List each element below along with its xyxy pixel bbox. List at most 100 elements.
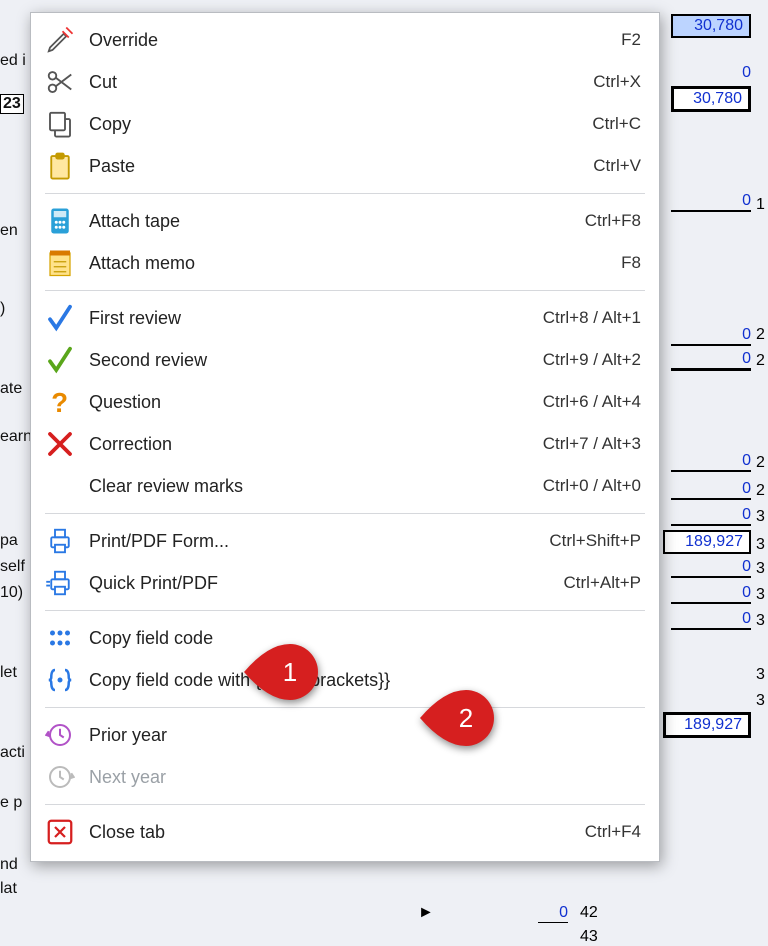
cell-value: 0 xyxy=(671,610,751,630)
menu-shortcut: Ctrl+7 / Alt+3 xyxy=(543,434,641,454)
bg-label: 10) xyxy=(0,584,23,602)
menu-shortcut: Ctrl+F8 xyxy=(585,211,641,231)
memo-icon xyxy=(45,248,75,278)
bg-label: earn xyxy=(0,428,32,446)
cell-value[interactable]: 189,927 xyxy=(663,712,751,738)
menu-label: Attach tape xyxy=(89,211,585,232)
menu-label: Print/PDF Form... xyxy=(89,531,549,552)
line-number: 2 xyxy=(756,326,765,344)
bg-label: pa xyxy=(0,532,18,550)
menu-label: First review xyxy=(89,308,543,329)
copy-icon xyxy=(45,109,75,139)
clock-forward-icon xyxy=(45,762,75,792)
bg-label: 23 xyxy=(0,94,24,114)
menu-label: Copy field code with {{curly brackets}} xyxy=(89,670,641,691)
menu-shortcut: Ctrl+F4 xyxy=(585,822,641,842)
line-number: 3 xyxy=(756,560,765,578)
line-number: 3 xyxy=(756,508,765,526)
cell-value: 0 xyxy=(671,480,751,500)
cell-value[interactable]: 30,780 xyxy=(671,14,751,38)
cell-value: 0 xyxy=(671,350,751,371)
menu-first-review[interactable]: First review Ctrl+8 / Alt+1 xyxy=(31,297,659,339)
menu-clear-review[interactable]: Clear review marks Ctrl+0 / Alt+0 xyxy=(31,465,659,507)
context-menu: Override F2 Cut Ctrl+X Copy Ctrl+C Paste… xyxy=(30,12,660,862)
bg-label: ed i xyxy=(0,52,26,70)
line-number: 42 xyxy=(580,904,598,922)
line-number: 2 xyxy=(756,482,765,500)
menu-cut[interactable]: Cut Ctrl+X xyxy=(31,61,659,103)
cell-value: 0 xyxy=(538,904,568,923)
menu-second-review[interactable]: Second review Ctrl+9 / Alt+2 xyxy=(31,339,659,381)
menu-separator xyxy=(45,707,645,708)
scissors-icon xyxy=(45,67,75,97)
menu-separator xyxy=(45,610,645,611)
menu-override[interactable]: Override F2 xyxy=(31,19,659,61)
menu-copy-field-code[interactable]: Copy field code xyxy=(31,617,659,659)
bg-label: ate xyxy=(0,380,22,398)
menu-label: Correction xyxy=(89,434,543,455)
menu-shortcut: Ctrl+9 / Alt+2 xyxy=(543,350,641,370)
bg-label: en xyxy=(0,222,18,240)
menu-copy[interactable]: Copy Ctrl+C xyxy=(31,103,659,145)
menu-close-tab[interactable]: Close tab Ctrl+F4 xyxy=(31,811,659,853)
line-number: 3 xyxy=(756,586,765,604)
menu-shortcut: Ctrl+8 / Alt+1 xyxy=(543,308,641,328)
bg-label: acti xyxy=(0,744,25,762)
cell-value: 0 xyxy=(671,584,751,604)
blank-icon xyxy=(45,471,75,501)
cell-value[interactable]: 30,780 xyxy=(671,86,751,112)
line-number: 43 xyxy=(580,928,598,946)
line-number: 3 xyxy=(756,536,765,554)
menu-separator xyxy=(45,804,645,805)
menu-label: Next year xyxy=(89,767,641,788)
menu-shortcut: F2 xyxy=(621,30,641,50)
menu-shortcut: Ctrl+C xyxy=(592,114,641,134)
menu-label: Question xyxy=(89,392,543,413)
check-green-icon xyxy=(45,345,75,375)
cell-value: 0 xyxy=(671,452,751,472)
menu-label: Copy xyxy=(89,114,592,135)
cell-value: 0 xyxy=(671,558,751,578)
menu-copy-field-code-curly[interactable]: Copy field code with {{curly brackets}} xyxy=(31,659,659,701)
printer-fast-icon xyxy=(45,568,75,598)
menu-question[interactable]: ? Question Ctrl+6 / Alt+4 xyxy=(31,381,659,423)
menu-shortcut: Ctrl+Shift+P xyxy=(549,531,641,551)
menu-shortcut: Ctrl+X xyxy=(593,72,641,92)
clipboard-icon xyxy=(45,151,75,181)
menu-attach-tape[interactable]: Attach tape Ctrl+F8 xyxy=(31,200,659,242)
menu-shortcut: F8 xyxy=(621,253,641,273)
svg-text:?: ? xyxy=(51,387,68,417)
menu-separator xyxy=(45,290,645,291)
calculator-icon xyxy=(45,206,75,236)
cell-value[interactable]: 189,927 xyxy=(663,530,751,554)
menu-label: Quick Print/PDF xyxy=(89,573,564,594)
menu-label: Cut xyxy=(89,72,593,93)
line-number: 2 xyxy=(756,352,765,370)
menu-attach-memo[interactable]: Attach memo F8 xyxy=(31,242,659,284)
printer-icon xyxy=(45,526,75,556)
menu-print-pdf[interactable]: Print/PDF Form... Ctrl+Shift+P xyxy=(31,520,659,562)
menu-label: Close tab xyxy=(89,822,585,843)
menu-quick-print[interactable]: Quick Print/PDF Ctrl+Alt+P xyxy=(31,562,659,604)
menu-separator xyxy=(45,513,645,514)
line-number: 3 xyxy=(756,612,765,630)
bg-label: e p xyxy=(0,794,22,812)
line-number: 3 xyxy=(756,692,765,710)
menu-label: Clear review marks xyxy=(89,476,543,497)
x-red-icon xyxy=(45,429,75,459)
cell-value: 0 xyxy=(671,192,751,212)
menu-label: Override xyxy=(89,30,621,51)
cell-value: 0 xyxy=(671,326,751,346)
menu-shortcut: Ctrl+V xyxy=(593,156,641,176)
line-number: 2 xyxy=(756,454,765,472)
menu-correction[interactable]: Correction Ctrl+7 / Alt+3 xyxy=(31,423,659,465)
menu-separator xyxy=(45,193,645,194)
menu-shortcut: Ctrl+0 / Alt+0 xyxy=(543,476,641,496)
menu-prior-year[interactable]: Prior year xyxy=(31,714,659,756)
bg-label: ) xyxy=(0,300,5,318)
menu-paste[interactable]: Paste Ctrl+V xyxy=(31,145,659,187)
line-number: 1 xyxy=(756,196,765,214)
bg-label: nd xyxy=(0,856,18,874)
menu-next-year: Next year xyxy=(31,756,659,798)
bg-label: self xyxy=(0,558,25,576)
